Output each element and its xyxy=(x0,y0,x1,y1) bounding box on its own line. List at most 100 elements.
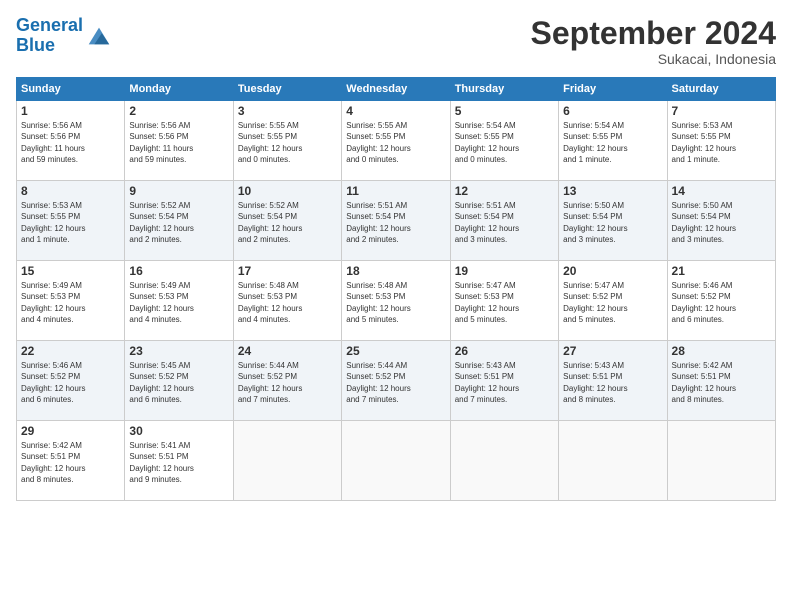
day-info: Sunrise: 5:48 AM Sunset: 5:53 PM Dayligh… xyxy=(346,280,445,325)
day-number: 16 xyxy=(129,264,228,278)
calendar-cell xyxy=(233,421,341,501)
calendar-cell xyxy=(559,421,667,501)
calendar-cell: 27Sunrise: 5:43 AM Sunset: 5:51 PM Dayli… xyxy=(559,341,667,421)
calendar-cell: 26 Sunrise: 5:43 AM Sunset: 5:51 PM Dayli… xyxy=(450,341,558,421)
day-number: 6 xyxy=(563,104,662,118)
calendar-cell: 7Sunrise: 5:53 AM Sunset: 5:55 PM Daylig… xyxy=(667,101,775,181)
calendar-cell: 10 Sunrise: 5:52 AM Sunset: 5:54 PM Dayli… xyxy=(233,181,341,261)
day-info: Sunrise: 5:46 AM Sunset: 5:52 PM Dayligh… xyxy=(21,360,120,405)
day-number: 12 xyxy=(455,184,554,198)
header: GeneralBlue September 2024 Sukacai, Indo… xyxy=(16,16,776,67)
day-info: Sunrise: 5:50 AM Sunset: 5:54 PM Dayligh… xyxy=(672,200,771,245)
logo-text: GeneralBlue xyxy=(16,16,83,56)
calendar-cell xyxy=(450,421,558,501)
day-number: 10 xyxy=(238,184,337,198)
weekday-header: Sunday xyxy=(17,78,125,101)
calendar-cell: 28 Sunrise: 5:42 AM Sunset: 5:51 PM Dayli… xyxy=(667,341,775,421)
calendar-body: 1 Sunrise: 5:56 AM Sunset: 5:56 PM Daylig… xyxy=(17,101,776,501)
calendar-cell: 17 Sunrise: 5:48 AM Sunset: 5:53 PM Dayli… xyxy=(233,261,341,341)
day-info: Sunrise: 5:56 AM Sunset: 5:56 PM Dayligh… xyxy=(129,120,228,165)
calendar-cell: 25Sunrise: 5:44 AM Sunset: 5:52 PM Dayli… xyxy=(342,341,450,421)
day-number: 3 xyxy=(238,104,337,118)
calendar-cell: 5Sunrise: 5:54 AM Sunset: 5:55 PM Daylig… xyxy=(450,101,558,181)
day-number: 28 xyxy=(672,344,771,358)
weekday-row: SundayMondayTuesdayWednesdayThursdayFrid… xyxy=(17,78,776,101)
day-info: Sunrise: 5:41 AM Sunset: 5:51 PM Dayligh… xyxy=(129,440,228,485)
day-info: Sunrise: 5:46 AM Sunset: 5:52 PM Dayligh… xyxy=(672,280,771,325)
calendar-cell: 16Sunrise: 5:49 AM Sunset: 5:53 PM Dayli… xyxy=(125,261,233,341)
calendar-week-row: 29Sunrise: 5:42 AM Sunset: 5:51 PM Dayli… xyxy=(17,421,776,501)
day-info: Sunrise: 5:54 AM Sunset: 5:55 PM Dayligh… xyxy=(455,120,554,165)
day-number: 18 xyxy=(346,264,445,278)
day-number: 9 xyxy=(129,184,228,198)
weekday-header: Wednesday xyxy=(342,78,450,101)
day-number: 19 xyxy=(455,264,554,278)
day-number: 14 xyxy=(672,184,771,198)
day-info: Sunrise: 5:52 AM Sunset: 5:54 PM Dayligh… xyxy=(129,200,228,245)
weekday-header: Saturday xyxy=(667,78,775,101)
day-info: Sunrise: 5:54 AM Sunset: 5:55 PM Dayligh… xyxy=(563,120,662,165)
day-info: Sunrise: 5:43 AM Sunset: 5:51 PM Dayligh… xyxy=(455,360,554,405)
day-number: 30 xyxy=(129,424,228,438)
calendar-cell: 24 Sunrise: 5:44 AM Sunset: 5:52 PM Dayli… xyxy=(233,341,341,421)
calendar-week-row: 22 Sunrise: 5:46 AM Sunset: 5:52 PM Dayli… xyxy=(17,341,776,421)
calendar-cell: 11Sunrise: 5:51 AM Sunset: 5:54 PM Dayli… xyxy=(342,181,450,261)
calendar-cell: 18 Sunrise: 5:48 AM Sunset: 5:53 PM Dayli… xyxy=(342,261,450,341)
calendar-cell xyxy=(342,421,450,501)
day-info: Sunrise: 5:45 AM Sunset: 5:52 PM Dayligh… xyxy=(129,360,228,405)
day-info: Sunrise: 5:47 AM Sunset: 5:52 PM Dayligh… xyxy=(563,280,662,325)
day-info: Sunrise: 5:52 AM Sunset: 5:54 PM Dayligh… xyxy=(238,200,337,245)
calendar-cell: 12 Sunrise: 5:51 AM Sunset: 5:54 PM Dayli… xyxy=(450,181,558,261)
weekday-header: Tuesday xyxy=(233,78,341,101)
calendar-cell: 2 Sunrise: 5:56 AM Sunset: 5:56 PM Daylig… xyxy=(125,101,233,181)
calendar-cell: 9 Sunrise: 5:52 AM Sunset: 5:54 PM Daylig… xyxy=(125,181,233,261)
calendar-cell xyxy=(667,421,775,501)
page: GeneralBlue September 2024 Sukacai, Indo… xyxy=(0,0,792,612)
day-number: 15 xyxy=(21,264,120,278)
month-title: September 2024 xyxy=(531,16,776,51)
calendar-cell: 3 Sunrise: 5:55 AM Sunset: 5:55 PM Daylig… xyxy=(233,101,341,181)
day-number: 24 xyxy=(238,344,337,358)
logo: GeneralBlue xyxy=(16,16,113,56)
calendar-cell: 19 Sunrise: 5:47 AM Sunset: 5:53 PM Dayli… xyxy=(450,261,558,341)
calendar-week-row: 15Sunrise: 5:49 AM Sunset: 5:53 PM Dayli… xyxy=(17,261,776,341)
day-number: 4 xyxy=(346,104,445,118)
day-info: Sunrise: 5:47 AM Sunset: 5:53 PM Dayligh… xyxy=(455,280,554,325)
calendar-cell: 30 Sunrise: 5:41 AM Sunset: 5:51 PM Dayli… xyxy=(125,421,233,501)
day-number: 20 xyxy=(563,264,662,278)
day-info: Sunrise: 5:44 AM Sunset: 5:52 PM Dayligh… xyxy=(238,360,337,405)
day-info: Sunrise: 5:50 AM Sunset: 5:54 PM Dayligh… xyxy=(563,200,662,245)
day-number: 13 xyxy=(563,184,662,198)
logo-icon xyxy=(85,22,113,50)
day-number: 8 xyxy=(21,184,120,198)
calendar-cell: 22 Sunrise: 5:46 AM Sunset: 5:52 PM Dayli… xyxy=(17,341,125,421)
day-info: Sunrise: 5:55 AM Sunset: 5:55 PM Dayligh… xyxy=(346,120,445,165)
day-info: Sunrise: 5:48 AM Sunset: 5:53 PM Dayligh… xyxy=(238,280,337,325)
day-number: 2 xyxy=(129,104,228,118)
day-info: Sunrise: 5:55 AM Sunset: 5:55 PM Dayligh… xyxy=(238,120,337,165)
day-number: 26 xyxy=(455,344,554,358)
day-number: 1 xyxy=(21,104,120,118)
weekday-header: Friday xyxy=(559,78,667,101)
weekday-header: Monday xyxy=(125,78,233,101)
day-number: 29 xyxy=(21,424,120,438)
calendar-cell: 14 Sunrise: 5:50 AM Sunset: 5:54 PM Dayli… xyxy=(667,181,775,261)
day-info: Sunrise: 5:42 AM Sunset: 5:51 PM Dayligh… xyxy=(672,360,771,405)
calendar-cell: 8 Sunrise: 5:53 AM Sunset: 5:55 PM Daylig… xyxy=(17,181,125,261)
calendar-cell: 13 Sunrise: 5:50 AM Sunset: 5:54 PM Dayli… xyxy=(559,181,667,261)
day-info: Sunrise: 5:43 AM Sunset: 5:51 PM Dayligh… xyxy=(563,360,662,405)
calendar-week-row: 8 Sunrise: 5:53 AM Sunset: 5:55 PM Daylig… xyxy=(17,181,776,261)
day-number: 22 xyxy=(21,344,120,358)
calendar-week-row: 1 Sunrise: 5:56 AM Sunset: 5:56 PM Daylig… xyxy=(17,101,776,181)
calendar-cell: 4 Sunrise: 5:55 AM Sunset: 5:55 PM Daylig… xyxy=(342,101,450,181)
day-number: 21 xyxy=(672,264,771,278)
day-info: Sunrise: 5:51 AM Sunset: 5:54 PM Dayligh… xyxy=(455,200,554,245)
calendar-cell: 6 Sunrise: 5:54 AM Sunset: 5:55 PM Daylig… xyxy=(559,101,667,181)
calendar-header: SundayMondayTuesdayWednesdayThursdayFrid… xyxy=(17,78,776,101)
location: Sukacai, Indonesia xyxy=(531,51,776,67)
day-info: Sunrise: 5:53 AM Sunset: 5:55 PM Dayligh… xyxy=(21,200,120,245)
calendar-cell: 20 Sunrise: 5:47 AM Sunset: 5:52 PM Dayli… xyxy=(559,261,667,341)
day-number: 17 xyxy=(238,264,337,278)
day-number: 23 xyxy=(129,344,228,358)
calendar-cell: 15Sunrise: 5:49 AM Sunset: 5:53 PM Dayli… xyxy=(17,261,125,341)
